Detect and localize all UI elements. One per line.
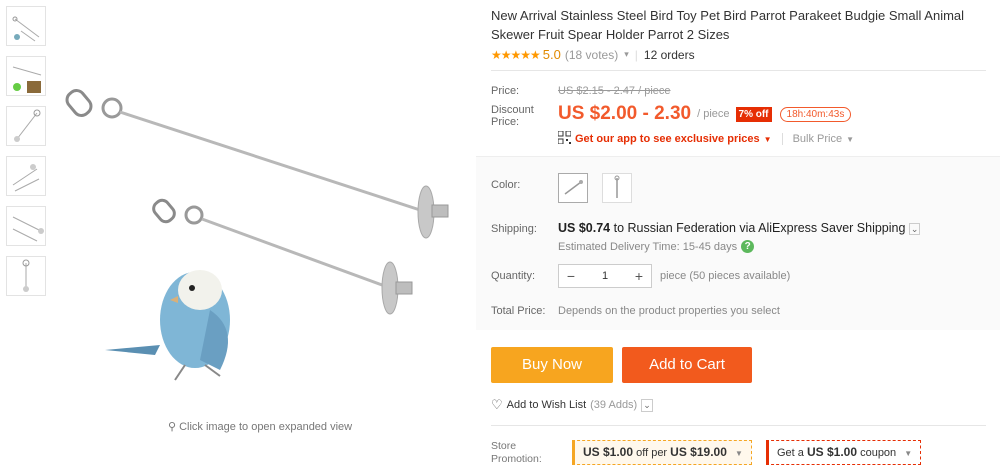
wishlist-text: Add to Wish List — [506, 399, 587, 411]
thumbnail-1[interactable] — [6, 6, 46, 46]
quantity-stepper: − 1 + — [558, 264, 652, 288]
bulk-price-link[interactable]: Bulk Price — [781, 133, 842, 145]
price-label: Price: — [491, 85, 520, 97]
chevron-down-icon[interactable]: ▼ — [904, 449, 912, 458]
divider — [491, 70, 986, 71]
quantity-input[interactable]: 1 — [583, 270, 627, 282]
increase-quantity-button[interactable]: + — [627, 268, 651, 284]
divider: | — [634, 47, 638, 62]
expand-image-text: Click image to open expanded view — [179, 420, 353, 433]
color-option-2[interactable] — [602, 173, 632, 203]
expand-image-hint[interactable]: ⚲ Click image to open expanded view — [168, 420, 353, 434]
wishlist-link[interactable]: ♡ Add to Wish List (39 Adds) ⌄ — [491, 397, 653, 413]
discount-price-row: US $2.00 - 2.30 / piece 7% off 18h:40m:4… — [558, 103, 852, 125]
rating-bar: ★★★★★ 5.0 (18 votes) ▾ | 12 orders — [491, 47, 695, 62]
main-product-image[interactable] — [60, 0, 470, 410]
delivery-time: Estimated Delivery Time: 15-45 days — [558, 240, 738, 253]
long-skewer-illustration — [65, 89, 449, 239]
budgie-illustration — [105, 270, 230, 381]
chevron-down-icon[interactable]: ▼ — [764, 135, 772, 144]
stock-availability: piece (50 pieces available) — [660, 270, 791, 282]
shipping-label: Shipping: — [491, 223, 537, 235]
chevron-down-icon[interactable]: ▼ — [735, 449, 743, 458]
app-price-row: Get our app to see exclusive prices ▼ Bu… — [557, 130, 854, 147]
delivery-estimate: Estimated Delivery Time: 15-45 days ? — [558, 240, 755, 253]
quantity-label: Quantity: — [491, 270, 536, 282]
star-rating-icon: ★★★★★ — [491, 47, 541, 62]
order-count: 12 orders — [643, 47, 695, 62]
store-coupon-get[interactable]: Get a US $1.00 coupon ▼ — [766, 440, 922, 465]
current-price: US $2.00 - 2.30 — [558, 103, 692, 124]
coupon1-amount: US $1.00 — [583, 445, 634, 459]
coupon1-mid: off per — [636, 447, 668, 459]
coupon2-pre: Get a — [777, 447, 804, 459]
store-coupon-discount[interactable]: US $1.00 off per US $19.00 ▼ — [572, 440, 752, 465]
thumbnail-4[interactable] — [6, 156, 46, 196]
chevron-down-icon[interactable]: ▼ — [846, 135, 854, 144]
decrease-quantity-button[interactable]: − — [559, 268, 583, 284]
vote-count[interactable]: (18 votes) — [565, 48, 618, 62]
color-label: Color: — [491, 179, 521, 191]
thumbnail-2[interactable] — [6, 56, 46, 96]
price-unit: / piece — [697, 108, 730, 120]
divider — [491, 425, 986, 426]
chevron-down-icon[interactable]: ⌄ — [908, 223, 921, 235]
shipping-cost: US $0.74 — [558, 221, 611, 235]
product-info: New Arrival Stainless Steel Bird Toy Pet… — [476, 0, 1000, 473]
total-price-label: Total Price: — [491, 305, 546, 317]
app-exclusive-link[interactable]: Get our app to see exclusive prices — [575, 133, 760, 145]
thumbnail-strip — [6, 6, 48, 306]
shipping-info[interactable]: US $0.74 to Russian Federation via AliEx… — [558, 221, 921, 235]
store-promotion-label: Store Promotion: — [491, 440, 542, 465]
thumbnail-6[interactable] — [6, 256, 46, 296]
discount-price-label: Discount Price: — [491, 104, 534, 128]
buy-now-button[interactable]: Buy Now — [491, 347, 613, 383]
chevron-down-icon[interactable]: ⌄ — [641, 398, 653, 412]
chevron-down-icon[interactable]: ▾ — [624, 49, 629, 60]
wishlist-count: (39 Adds) — [590, 399, 638, 411]
shipping-destination: to Russian Federation via AliExpress Sav… — [613, 221, 906, 235]
countdown-timer: 18h:40m:43s — [779, 106, 852, 122]
add-to-cart-button[interactable]: Add to Cart — [622, 347, 752, 383]
magnifier-icon: ⚲ — [168, 421, 177, 433]
total-price-value: Depends on the product properties you se… — [558, 305, 780, 317]
coupon2-post: coupon — [860, 447, 897, 459]
heart-icon: ♡ — [491, 397, 503, 412]
product-title: New Arrival Stainless Steel Bird Toy Pet… — [491, 8, 965, 42]
qr-code-icon — [557, 130, 572, 147]
discount-badge: 7% off — [735, 106, 772, 122]
coupon2-amount: US $1.00 — [806, 445, 858, 459]
help-icon[interactable]: ? — [741, 240, 755, 253]
color-option-1[interactable] — [558, 173, 588, 203]
thumbnail-3[interactable] — [6, 106, 46, 146]
thumbnail-5[interactable] — [6, 206, 46, 246]
original-price: US $2.15 - 2.47 / piece — [558, 85, 671, 97]
coupon1-threshold: US $19.00 — [670, 445, 727, 459]
rating-score: 5.0 — [542, 47, 561, 62]
